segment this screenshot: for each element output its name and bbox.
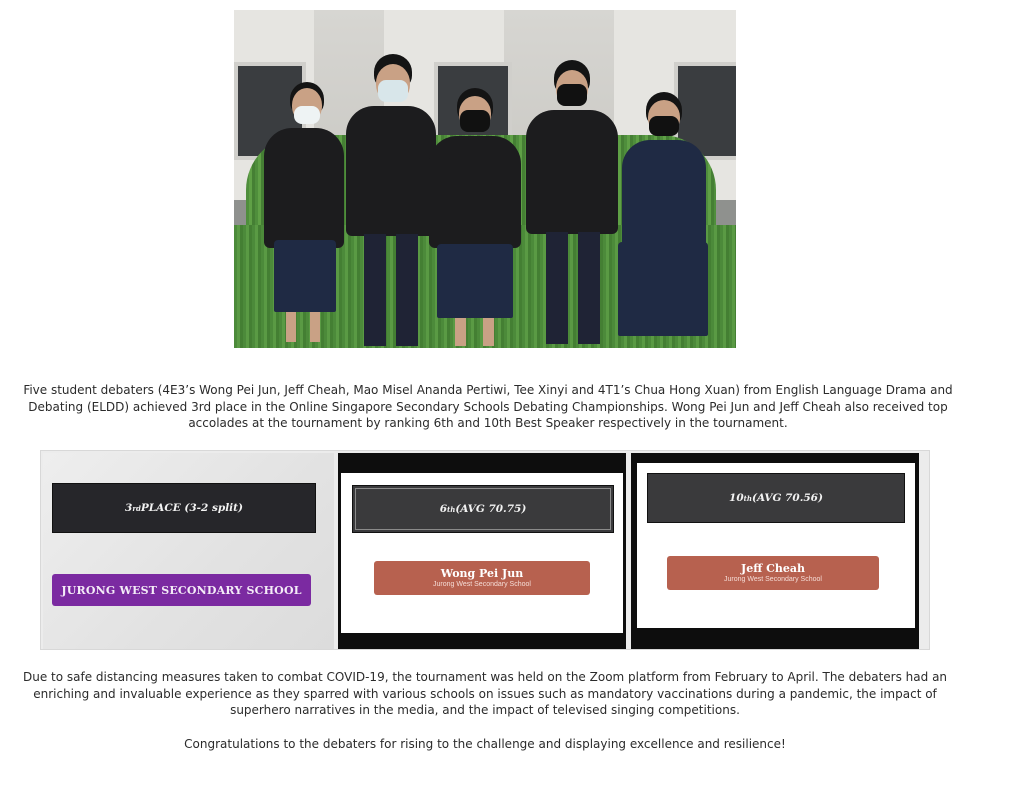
- speaker-title-rest: (AVG 70.75): [455, 503, 527, 515]
- team-rank: 3: [125, 502, 133, 514]
- speaker-award-panel: 6th (AVG 70.75) Wong Pei Jun Jurong West…: [338, 453, 626, 649]
- student-figure: [526, 60, 618, 348]
- team-award-title: 3rd PLACE (3-2 split): [52, 483, 316, 533]
- speaker-name: Wong Pei Jun: [440, 566, 524, 580]
- team-school-label: JURONG WEST SECONDARY SCHOOL: [52, 574, 311, 606]
- team-title-rest: PLACE (3-2 split): [140, 502, 243, 514]
- speaker-rank-suffix: th: [447, 504, 456, 514]
- speaker-school: Jurong West Secondary School: [433, 580, 531, 588]
- student-figure: [614, 92, 710, 348]
- speaker-title-rest: (AVG 70.56): [751, 492, 823, 504]
- intro-paragraph: Five student debaters (4E3’s Wong Pei Ju…: [23, 383, 953, 430]
- award-slide: 10th (AVG 70.56) Jeff Cheah Jurong West …: [637, 463, 915, 628]
- team-award-panel: 3rd PLACE (3-2 split) JURONG WEST SECOND…: [43, 453, 334, 649]
- speaker-rank-suffix: th: [743, 493, 752, 503]
- body-paragraph: Due to safe distancing measures taken to…: [22, 670, 948, 717]
- speaker-name-tag: Wong Pei Jun Jurong West Secondary Schoo…: [374, 561, 590, 595]
- student-figure: [264, 80, 344, 348]
- speaker-rank: 10: [729, 492, 744, 504]
- award-slide: 6th (AVG 70.75) Wong Pei Jun Jurong West…: [341, 473, 623, 633]
- speaker-rank: 6: [439, 503, 447, 515]
- speaker-rank-title: 6th (AVG 70.75): [352, 485, 614, 533]
- speaker-rank-title: 10th (AVG 70.56): [647, 473, 905, 523]
- student-figure: [429, 88, 521, 348]
- speaker-name-tag: Jeff Cheah Jurong West Secondary School: [667, 556, 879, 590]
- team-rank-suffix: rd: [132, 503, 141, 513]
- award-strip: 3rd PLACE (3-2 split) JURONG WEST SECOND…: [40, 450, 930, 650]
- closing-paragraph: Congratulations to the debaters for risi…: [184, 737, 786, 751]
- speaker-name: Jeff Cheah: [741, 561, 805, 575]
- group-photo: [234, 10, 736, 348]
- student-figure: [346, 54, 436, 348]
- speaker-award-panel: 10th (AVG 70.56) Jeff Cheah Jurong West …: [631, 453, 919, 649]
- speaker-school: Jurong West Secondary School: [724, 575, 822, 583]
